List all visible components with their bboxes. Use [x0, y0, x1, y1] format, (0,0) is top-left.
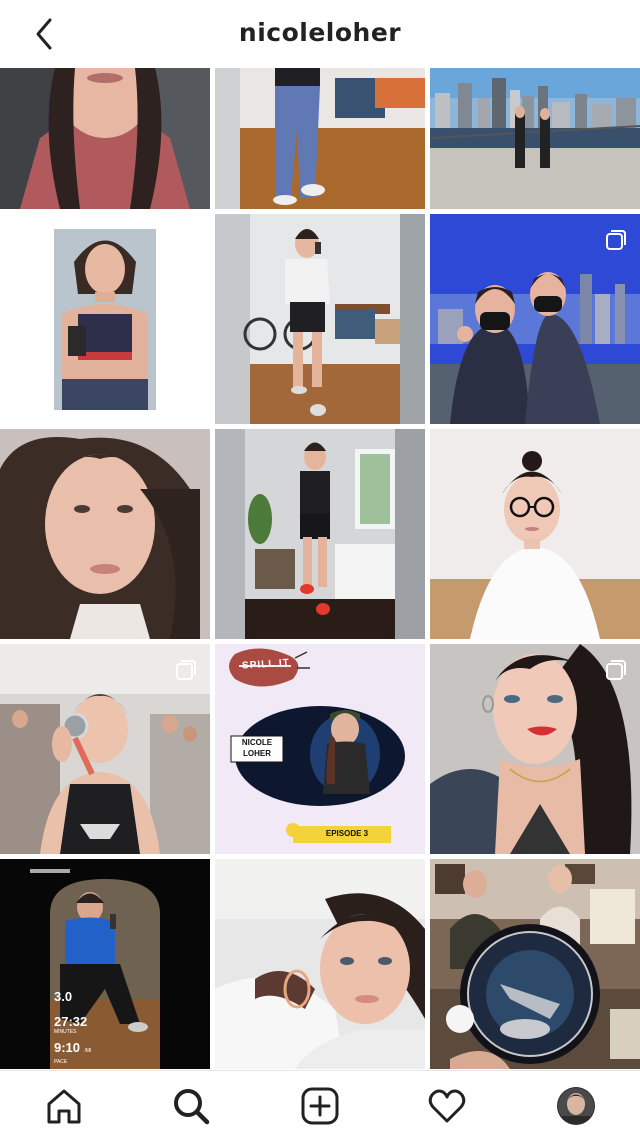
post-thumbnail[interactable] — [215, 68, 425, 209]
multiple-photos-icon — [176, 660, 196, 680]
post-thumbnail[interactable] — [215, 429, 425, 639]
run-stats-overlay: 3.0 27:32 MINUTES 9:10 /MI PACE — [54, 989, 91, 1066]
multiple-photos-icon — [606, 230, 626, 250]
tab-search[interactable] — [166, 1081, 216, 1131]
add-post-icon — [301, 1087, 339, 1125]
podcast-host-name: NICOLE LOHER — [231, 737, 283, 759]
run-time: 27:32 — [54, 1014, 88, 1029]
post-thumbnail[interactable] — [0, 68, 210, 209]
run-pace-unit: /MI — [84, 1048, 92, 1054]
post-thumbnail[interactable] — [0, 644, 210, 854]
post-thumbnail[interactable] — [0, 214, 210, 424]
tab-home[interactable] — [39, 1081, 89, 1131]
heart-icon — [428, 1089, 466, 1123]
run-pace-label: PACE — [54, 1059, 68, 1065]
run-pace: 9:10 — [54, 1040, 81, 1055]
post-thumbnail[interactable] — [430, 429, 640, 639]
tab-new-post[interactable] — [295, 1081, 345, 1131]
search-icon — [174, 1089, 210, 1125]
home-icon — [47, 1089, 81, 1124]
run-time-unit: MINUTES — [54, 1029, 77, 1035]
run-distance: 3.0 — [54, 989, 73, 1004]
post-thumbnail[interactable] — [430, 214, 640, 424]
podcast-episode-label: EPISODE 3 — [325, 829, 369, 838]
post-thumbnail[interactable] — [430, 68, 640, 209]
post-thumbnail[interactable] — [0, 429, 210, 639]
multiple-photos-icon — [606, 660, 626, 680]
post-thumbnail[interactable] — [430, 859, 640, 1069]
podcast-host-last-name: LOHER — [243, 749, 271, 758]
bottom-tab-bar — [0, 1070, 640, 1139]
profile-avatar — [557, 1087, 595, 1125]
post-thumbnail[interactable]: SPILL IT NICOLE LOHER EPISODE 3 — [215, 644, 425, 854]
podcast-host-first-name: NICOLE — [241, 738, 273, 747]
tab-profile[interactable] — [551, 1081, 601, 1131]
tab-activity[interactable] — [422, 1081, 472, 1131]
post-thumbnail[interactable] — [215, 859, 425, 1069]
header: nicoleloher — [0, 0, 640, 68]
profile-username: nicoleloher — [238, 18, 402, 47]
post-thumbnail[interactable] — [215, 214, 425, 424]
post-thumbnail[interactable]: 3.0 27:32 MINUTES 9:10 /MI PACE — [0, 859, 210, 1069]
post-thumbnail[interactable] — [430, 644, 640, 854]
